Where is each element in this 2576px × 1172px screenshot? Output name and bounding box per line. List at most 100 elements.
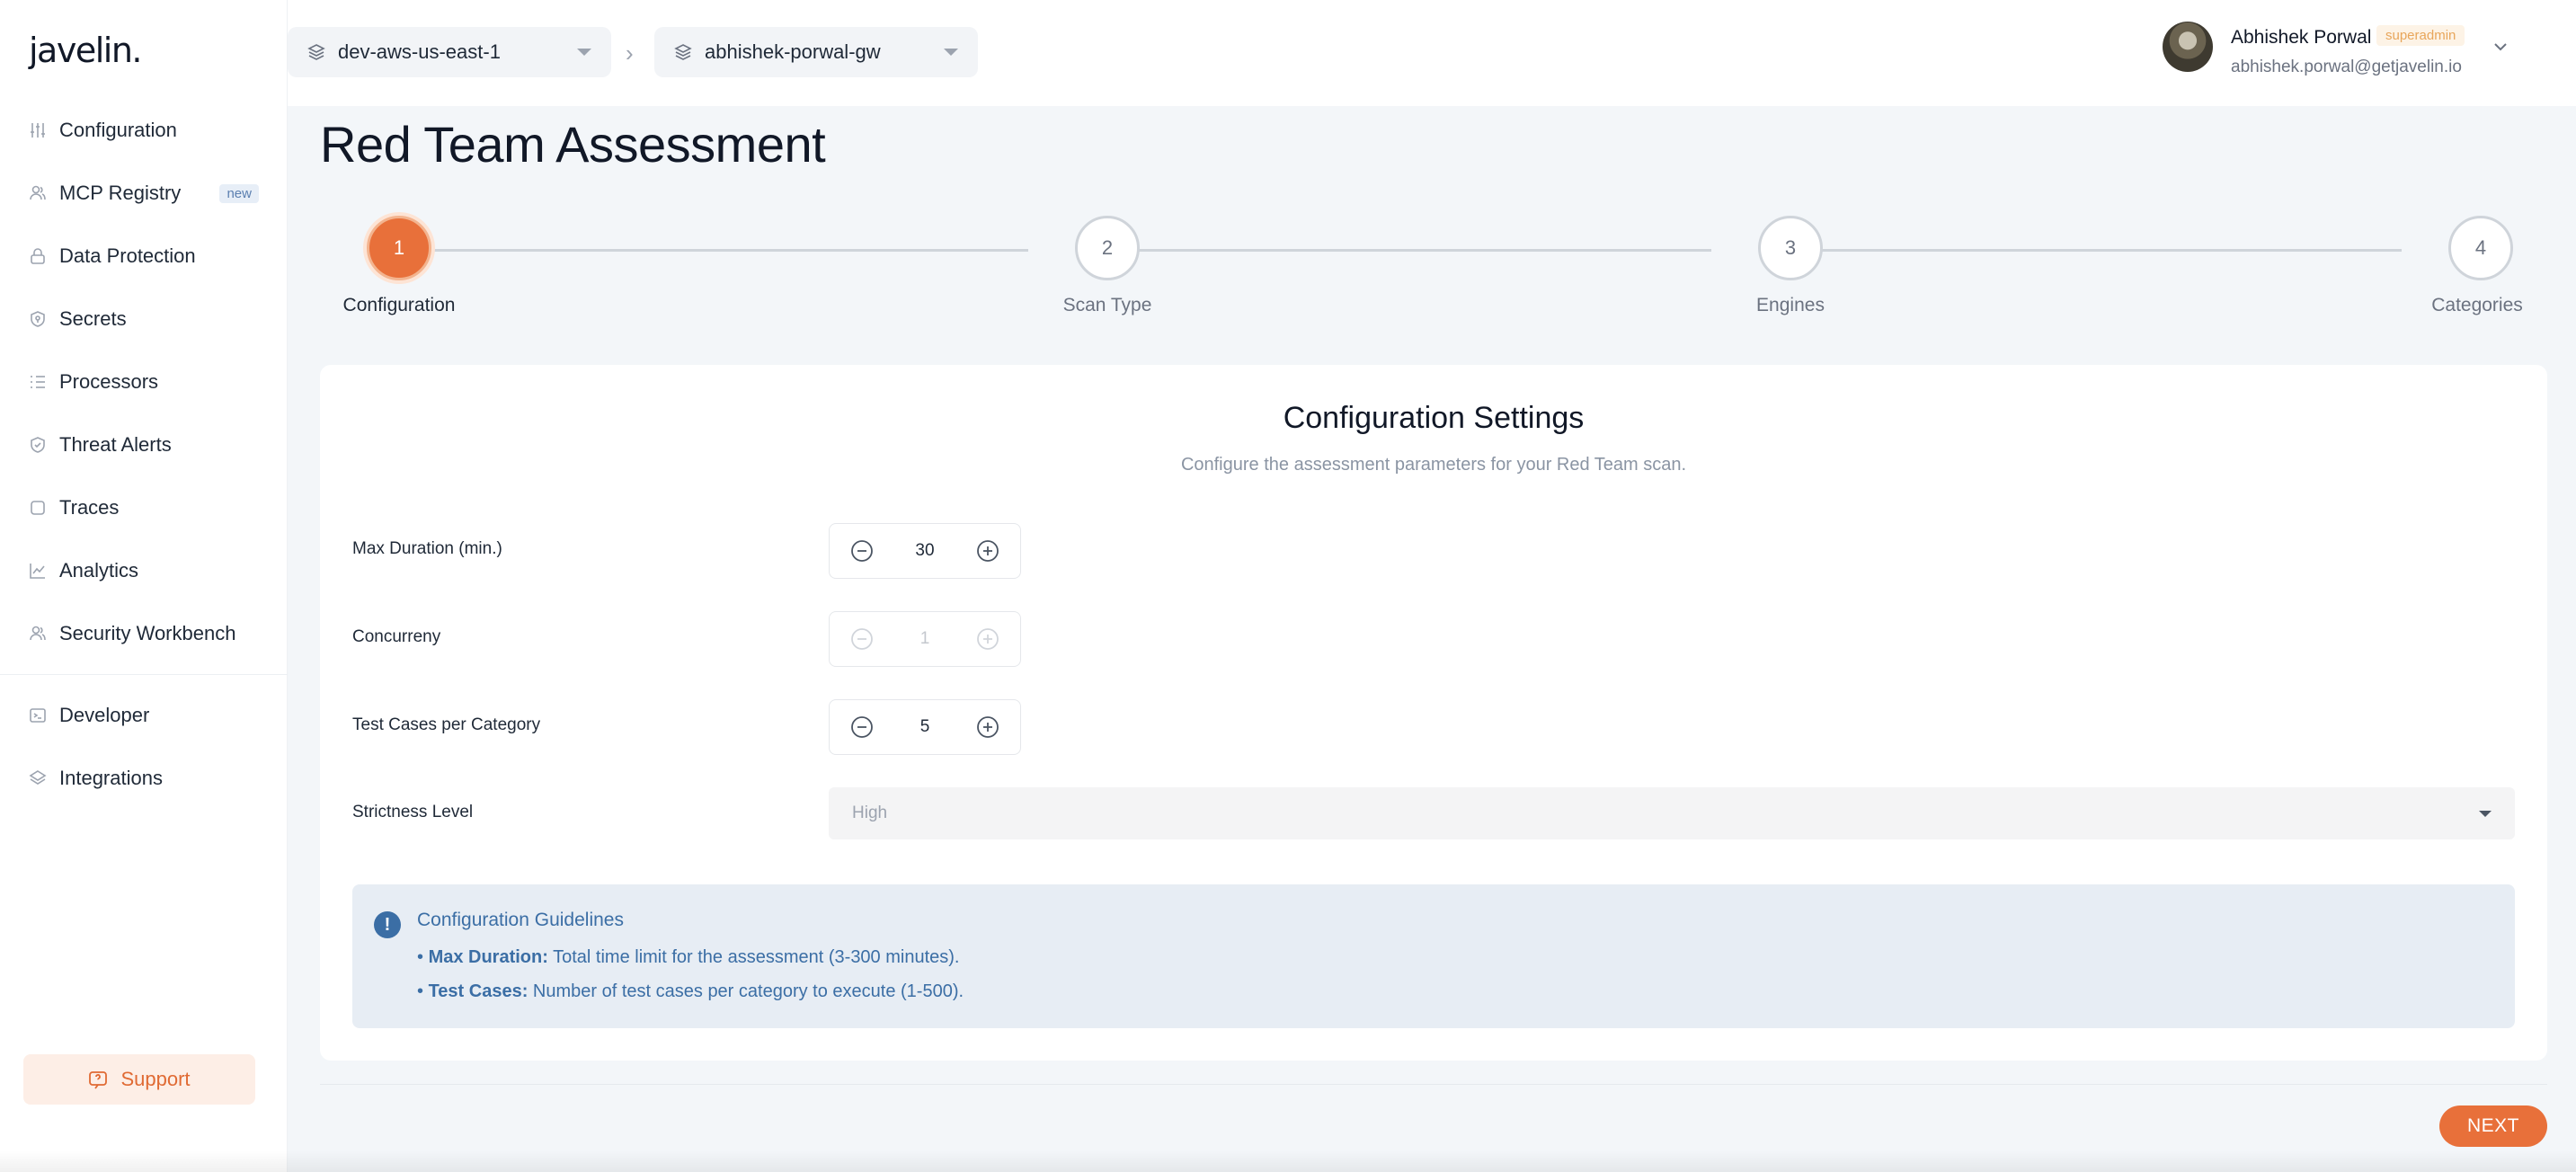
user-email: abhishek.porwal@getjavelin.io [2231,58,2462,76]
brand-logo[interactable]: javelin. [29,31,143,70]
support-label: Support [120,1068,191,1090]
sidebar-item-label: Security Workbench [59,622,236,644]
max-duration-label: Max Duration (min.) [352,539,502,558]
sidebar-item-label: Threat Alerts [59,433,172,456]
sidebar-item-label: Processors [59,370,159,393]
sidebar-item-developer[interactable]: Developer [0,684,288,747]
guideline-test-cases: • Test Cases: Number of test cases per c… [417,981,964,1001]
step-connector [1776,249,2402,252]
guideline-text: Total time limit for the assessment (3-3… [547,947,960,967]
sidebar-item-processors[interactable]: Processors [0,351,288,413]
square-icon [29,499,47,517]
step-1-label: Configuration [342,295,456,315]
sidebar-item-analytics[interactable]: Analytics [0,539,288,602]
test-cases-label: Test Cases per Category [352,715,541,734]
sidebar-item-data-protection[interactable]: Data Protection [0,225,288,288]
step-4-label: Categories [2431,295,2523,315]
minus-circle-icon [849,626,875,652]
step-3-label: Engines [1756,295,1825,315]
next-button[interactable]: NEXT [2439,1105,2547,1147]
new-badge: new [219,183,259,203]
sidebar-item-security-workbench[interactable]: Security Workbench [0,602,288,665]
step-2-circle[interactable]: 2 [1075,216,1140,280]
caret-down-icon [944,49,958,56]
card-title: Configuration Settings [1283,401,1585,435]
step-connector [385,249,1028,252]
configuration-guidelines: ! Configuration Guidelines • Max Duratio… [352,884,2515,1028]
sidebar-divider [0,674,288,675]
guidelines-title: Configuration Guidelines [417,910,624,930]
sidebar-item-label: Analytics [59,559,139,582]
test-cases-stepper: 5 [829,699,1021,755]
shield-check-icon [29,436,47,454]
sidebar-item-label: Developer [59,704,150,726]
progress-stepper: 1 2 3 4 Configuration Scan Type Engines … [320,216,2531,324]
top-bar: dev-aws-us-east-1 › abhishek-porwal-gw A… [288,0,2576,106]
sidebar-item-integrations[interactable]: Integrations [0,747,288,810]
stack-icon [29,769,47,787]
configuration-settings-card: Configuration Settings Configure the ass… [320,365,2547,1061]
test-cases-value[interactable]: 5 [920,717,930,737]
footer-divider [320,1084,2547,1085]
concurrency-value: 1 [919,629,930,648]
step-4-circle[interactable]: 4 [2448,216,2513,280]
sidebar-item-label: Secrets [59,307,127,330]
gateway-value: abhishek-porwal-gw [705,40,881,63]
sidebar-item-mcp-registry[interactable]: MCP Registry new [0,162,288,225]
environment-value: dev-aws-us-east-1 [338,40,501,63]
sidebar-item-label: Data Protection [59,244,196,267]
caret-down-icon [2479,810,2492,817]
minus-circle-icon[interactable] [849,538,875,564]
caret-down-icon [577,49,591,56]
guideline-max-duration: • Max Duration: Total time limit for the… [417,947,960,967]
sidebar-nav: Configuration MCP Registry new Data Prot… [0,99,288,810]
guideline-key: Max Duration: [428,947,548,967]
chevron-down-icon[interactable] [2492,38,2509,56]
minus-circle-icon[interactable] [849,715,875,740]
sidebar-item-label: Integrations [59,767,163,789]
lock-icon [29,247,47,265]
environment-select[interactable]: dev-aws-us-east-1 [288,27,611,77]
guideline-key: Test Cases: [428,981,529,1001]
users-icon [29,184,47,202]
sidebar-item-traces[interactable]: Traces [0,476,288,539]
strictness-select[interactable]: High [829,787,2515,839]
info-icon: ! [374,911,401,938]
step-3-circle[interactable]: 3 [1758,216,1823,280]
step-connector [1093,249,1711,252]
user-menu[interactable]: Abhishek Porwal superadmin abhishek.porw… [2163,0,2576,106]
terminal-icon [29,706,47,724]
max-duration-value[interactable]: 30 [915,541,934,561]
shield-key-icon [29,310,47,328]
step-2-label: Scan Type [1062,295,1152,315]
sidebar-item-configuration[interactable]: Configuration [0,99,288,162]
sidebar-item-label: Configuration [59,119,177,141]
plus-circle-icon[interactable] [975,715,1000,740]
user-name: Abhishek Porwal [2231,27,2372,48]
strictness-label: Strictness Level [352,803,474,821]
page-title: Red Team Assessment [320,116,826,173]
sidebar-item-secrets[interactable]: Secrets [0,288,288,351]
chevron-right-icon: › [626,40,634,67]
strictness-value: High [852,804,888,822]
plus-circle-icon[interactable] [975,538,1000,564]
role-badge: superadmin [2376,25,2465,46]
sidebar-item-label: Traces [59,496,120,519]
step-1-circle[interactable]: 1 [367,216,431,280]
layers-icon [674,43,705,61]
concurrency-label: Concurreny [352,627,441,646]
sliders-icon [29,121,47,139]
plus-circle-icon [975,626,1000,652]
sidebar-item-threat-alerts[interactable]: Threat Alerts [0,413,288,476]
sidebar-item-label: MCP Registry [59,182,182,204]
list-icon [29,373,47,391]
gateway-select[interactable]: abhishek-porwal-gw [654,27,978,77]
chat-help-icon [89,1071,108,1089]
support-button[interactable]: Support [23,1054,255,1105]
max-duration-stepper: 30 [829,523,1021,579]
concurrency-stepper: 1 [829,611,1021,667]
avatar[interactable] [2163,22,2213,72]
bottom-shadow [0,1150,2576,1172]
guideline-text: Number of test cases per category to exe… [528,981,964,1001]
card-subtitle: Configure the assessment parameters for … [1180,455,1687,475]
